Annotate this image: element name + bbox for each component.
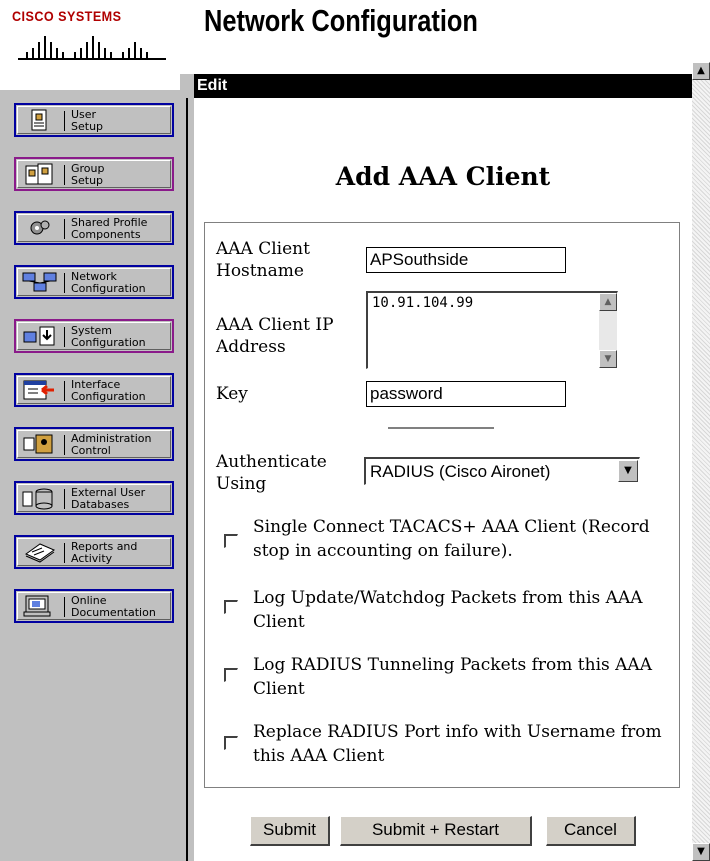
hostname-input[interactable]: APSouthside [366, 247, 566, 273]
ip-address-label: AAA Client IP Address [216, 315, 334, 357]
interface-config-icon [23, 380, 54, 400]
sidebar-item-label: Online Documentation [71, 594, 156, 619]
frame-divider [186, 98, 188, 861]
shared-profile-icon [30, 220, 50, 235]
cancel-button[interactable]: Cancel [546, 816, 636, 846]
authenticate-using-value: RADIUS (Cisco Aironet) [370, 462, 551, 481]
log-radius-tunneling-checkbox[interactable] [224, 668, 238, 682]
external-db-icon [22, 488, 53, 510]
form-heading: Add AAA Client [335, 162, 551, 191]
single-connect-label: Single Connect TACACS+ AAA Client (Recor… [253, 517, 650, 561]
textarea-scrollbar[interactable]: ▲ ▼ [599, 293, 617, 368]
cisco-logo: Cisco Systems [12, 8, 172, 66]
scroll-down-icon[interactable]: ▼ [692, 843, 710, 861]
sidebar-item-system-configuration[interactable]: System Configuration [14, 319, 174, 353]
replace-radius-port-label: Replace RADIUS Port info with Username f… [253, 722, 662, 766]
sidebar-item-shared-profile[interactable]: Shared Profile Components [14, 211, 174, 245]
key-label: Key [216, 384, 248, 404]
authenticate-using-select[interactable]: RADIUS (Cisco Aironet) ▼ [364, 457, 640, 485]
group-setup-icon [25, 163, 53, 185]
page-title: Network Configuration [204, 3, 478, 38]
documentation-icon [23, 595, 51, 617]
authenticate-using-label: Authenticate Using [216, 452, 327, 494]
textarea-scroll-down-icon[interactable]: ▼ [599, 350, 617, 368]
sidebar-item-label: System Configuration [71, 324, 146, 349]
sidebar-item-label: External User Databases [71, 486, 146, 511]
single-connect-checkbox[interactable] [224, 534, 238, 548]
sidebar-item-online-documentation[interactable]: Online Documentation [14, 589, 174, 623]
replace-radius-port-checkbox[interactable] [224, 736, 238, 750]
log-watchdog-checkbox[interactable] [224, 600, 238, 614]
sidebar-item-user-setup[interactable]: User Setup [14, 103, 174, 137]
sidebar-item-label: Administration Control [71, 432, 152, 457]
admin-control-icon [23, 434, 53, 454]
sidebar: User Setup Group Setup Shared Profile Co… [0, 90, 180, 861]
sidebar-item-label: User Setup [71, 108, 104, 133]
log-watchdog-label: Log Update/Watchdog Packets from this AA… [253, 588, 643, 632]
sidebar-item-label: Interface Configuration [71, 378, 146, 403]
log-radius-tunneling-label: Log RADIUS Tunneling Packets from this A… [253, 655, 652, 699]
chevron-down-icon[interactable]: ▼ [618, 460, 638, 482]
textarea-scroll-up-icon[interactable]: ▲ [599, 293, 617, 311]
sidebar-item-network-configuration[interactable]: Network Configuration [14, 265, 174, 299]
sidebar-item-external-user-databases[interactable]: External User Databases [14, 481, 174, 515]
submit-restart-button[interactable]: Submit + Restart [340, 816, 532, 846]
sidebar-item-interface-configuration[interactable]: Interface Configuration [14, 373, 174, 407]
key-input[interactable]: password [366, 381, 566, 407]
sidebar-item-label: Group Setup [71, 162, 105, 187]
sidebar-item-label: Reports and Activity [71, 540, 138, 565]
sidebar-item-group-setup[interactable]: Group Setup [14, 157, 174, 191]
sidebar-item-reports-and-activity[interactable]: Reports and Activity [14, 535, 174, 569]
ip-address-textarea[interactable]: 10.91.104.99 ▲ ▼ [366, 291, 618, 369]
ip-address-value: 10.91.104.99 [372, 295, 474, 311]
brand-name: Cisco Systems [12, 8, 122, 24]
divider [388, 427, 494, 429]
sidebar-item-label: Network Configuration [71, 270, 146, 295]
hostname-label: AAA Client Hostname [216, 239, 310, 281]
sidebar-item-label: Shared Profile Components [71, 216, 148, 241]
reports-icon [24, 543, 56, 563]
cisco-bridge-icon [18, 36, 166, 60]
scroll-up-icon[interactable]: ▲ [692, 62, 710, 80]
edit-frame-title: Edit [194, 74, 706, 98]
submit-button[interactable]: Submit [250, 816, 330, 846]
page-scrollbar[interactable] [692, 62, 710, 861]
sidebar-item-administration-control[interactable]: Administration Control [14, 427, 174, 461]
network-config-icon [22, 272, 57, 292]
user-setup-icon [31, 109, 47, 131]
system-config-icon [23, 326, 55, 346]
